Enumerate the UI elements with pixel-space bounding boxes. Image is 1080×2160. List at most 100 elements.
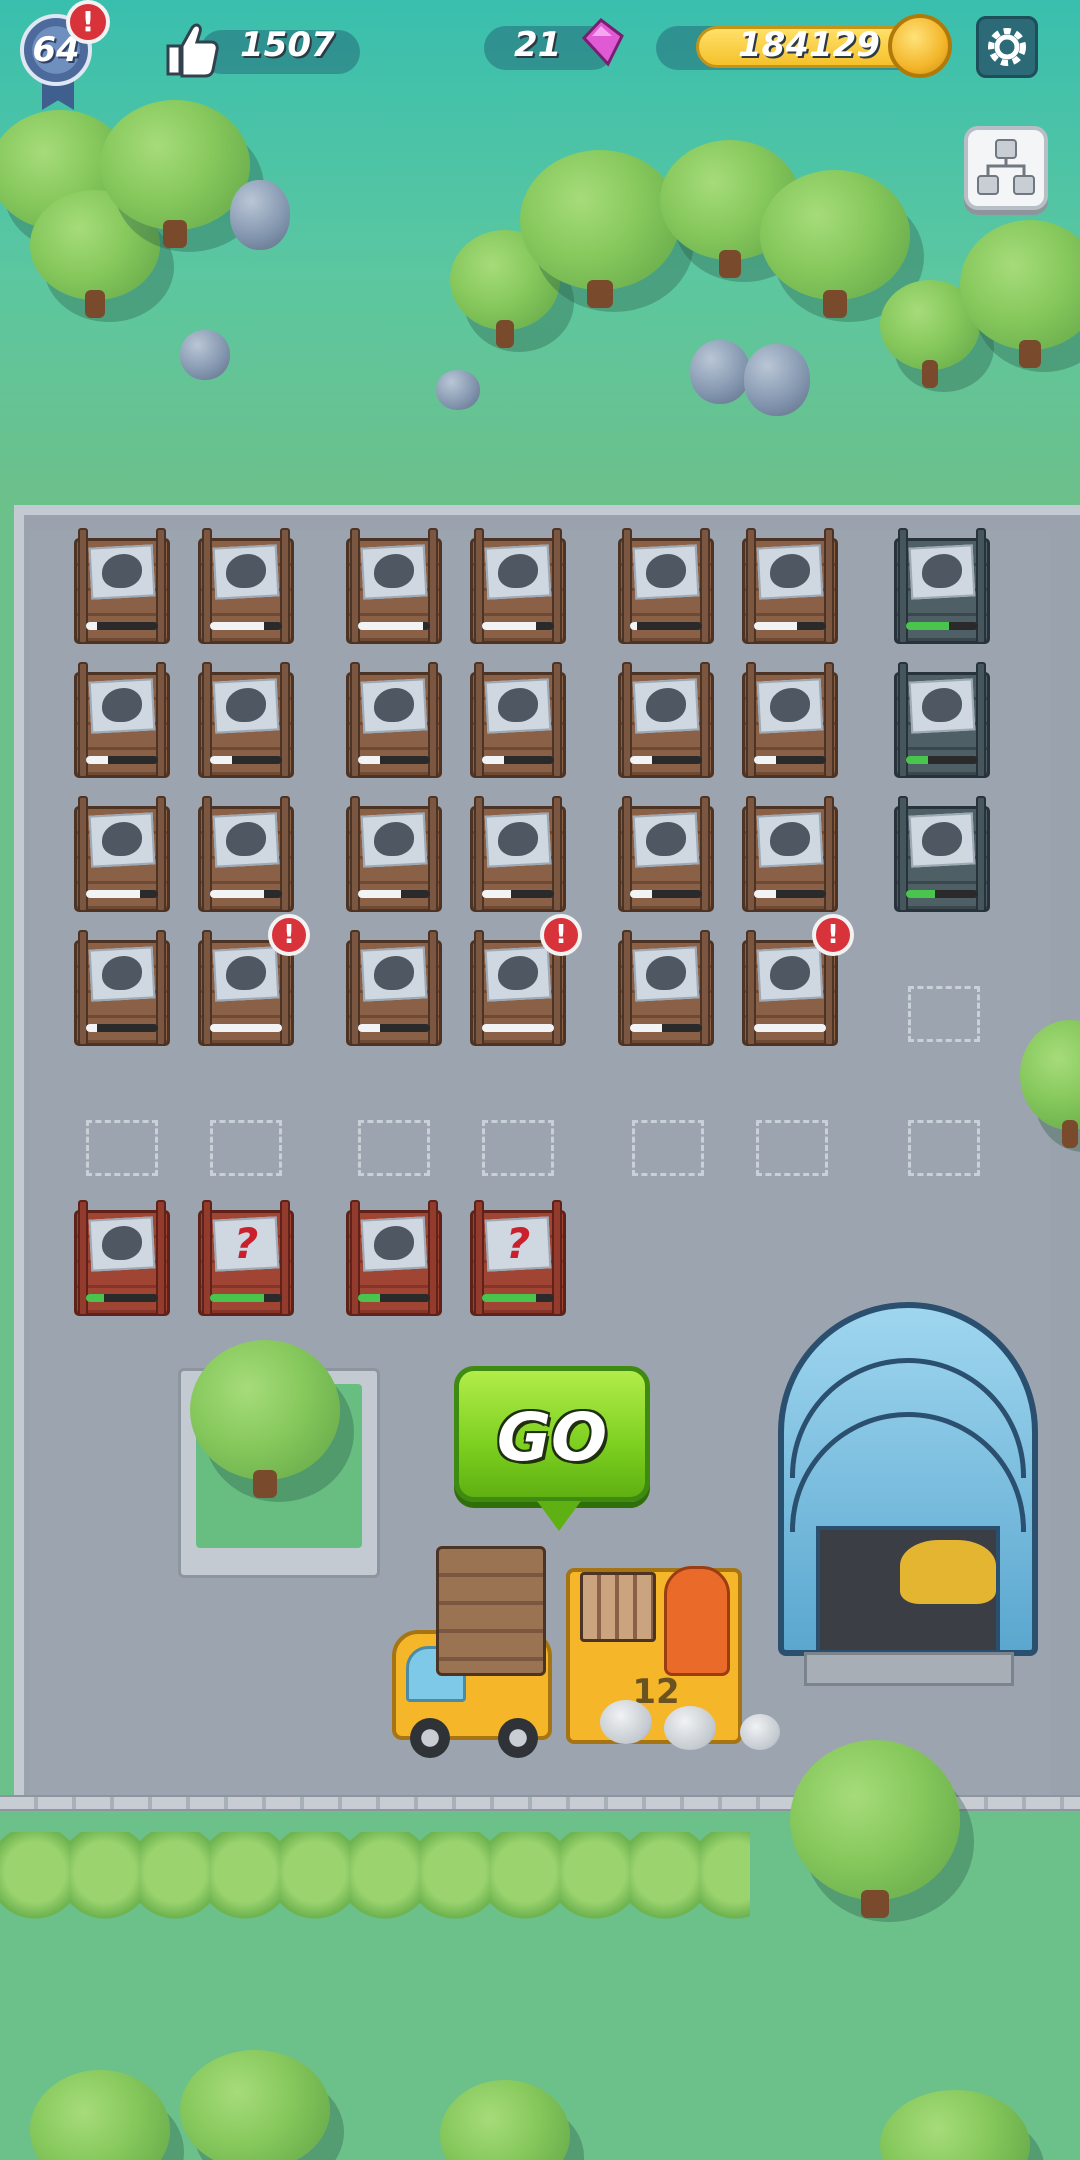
crate-progress-bar [754, 1024, 826, 1032]
fossil-crate[interactable] [618, 662, 714, 778]
crate-progress-bar [482, 890, 554, 898]
exhaust-smoke [740, 1714, 780, 1750]
unknown-fossil-mark: ? [233, 1219, 259, 1268]
fossil-crate[interactable] [346, 528, 442, 644]
skill-tree-button[interactable] [964, 126, 1048, 210]
fossil-crate[interactable] [742, 528, 838, 644]
fossil-crate[interactable] [74, 662, 170, 778]
crate-progress-fill [630, 622, 638, 630]
empty-crate-slot[interactable] [210, 1120, 282, 1176]
crate-progress-fill [210, 1024, 282, 1032]
fossil-silhouette-icon [922, 554, 962, 588]
cargo-tank [664, 1566, 730, 1676]
empty-crate-slot[interactable] [632, 1120, 704, 1176]
crate-progress-fill [358, 622, 423, 630]
fossil-crate[interactable] [894, 662, 990, 778]
fossil-crate[interactable] [74, 528, 170, 644]
pink-gem-icon[interactable] [574, 16, 628, 70]
fossil-silhouette-icon [374, 688, 414, 722]
crate-progress-bar [210, 622, 282, 630]
fossil-silhouette-icon [922, 688, 962, 722]
empty-crate-slot[interactable] [908, 1120, 980, 1176]
fossil-crate[interactable] [74, 930, 170, 1046]
empty-crate-slot[interactable] [908, 986, 980, 1042]
fossil-crate[interactable] [742, 662, 838, 778]
fossil-crate[interactable] [74, 796, 170, 912]
crate-alert-badge: ! [540, 914, 582, 956]
fossil-crate[interactable] [198, 662, 294, 778]
fossil-crate[interactable] [198, 528, 294, 644]
empty-crate-slot[interactable] [482, 1120, 554, 1176]
truck-wheel [410, 1718, 450, 1758]
fossil-crate[interactable] [346, 662, 442, 778]
crate-progress-bar [754, 756, 826, 764]
cargo-crate [436, 1546, 546, 1676]
fossil-crate[interactable] [346, 930, 442, 1046]
fossil-crate[interactable]: ? [470, 1200, 566, 1316]
crate-progress-fill [86, 622, 97, 630]
grass-strip [0, 505, 14, 795]
exhaust-smoke [600, 1700, 652, 1744]
fossil-crate[interactable] [470, 796, 566, 912]
fossil-crate[interactable] [742, 796, 838, 912]
crate-progress-bar [754, 890, 826, 898]
fossil-crate[interactable] [894, 528, 990, 644]
crate-progress-fill [210, 622, 264, 630]
fossil-crate[interactable]: ? [198, 1200, 294, 1316]
fossil-crate[interactable]: ! [470, 914, 582, 1046]
fossil-crate[interactable] [618, 930, 714, 1046]
crate-progress-fill [482, 622, 536, 630]
crate-progress-bar [630, 756, 702, 764]
fossil-silhouette-icon [374, 956, 414, 990]
planter-tree [190, 1340, 340, 1498]
crate-progress-bar [906, 622, 978, 630]
crate-progress-fill [906, 622, 950, 630]
empty-crate-slot[interactable] [86, 1120, 158, 1176]
crate-progress-bar [482, 1294, 554, 1302]
fossil-crate[interactable] [618, 528, 714, 644]
fossil-silhouette-icon [226, 554, 266, 588]
fossil-crate[interactable] [470, 662, 566, 778]
crate-progress-fill [482, 756, 504, 764]
crate-alert-badge: ! [268, 914, 310, 956]
fossil-crate[interactable] [74, 1200, 170, 1316]
crate-progress-fill [86, 756, 108, 764]
crate-progress-bar [630, 622, 702, 630]
fossil-silhouette-icon [498, 956, 538, 990]
fossil-silhouette-icon [374, 1226, 414, 1260]
fossil-crate[interactable]: ! [198, 914, 310, 1046]
empty-crate-slot[interactable] [358, 1120, 430, 1176]
rock [744, 344, 810, 416]
crate-progress-bar [754, 622, 826, 630]
exhaust-smoke [664, 1706, 716, 1750]
crate-progress-bar [210, 1024, 282, 1032]
fossil-crate[interactable] [470, 528, 566, 644]
fossil-silhouette-icon [922, 822, 962, 856]
crate-progress-bar [210, 890, 282, 898]
fossil-crate[interactable] [618, 796, 714, 912]
fossil-silhouette-icon [226, 956, 266, 990]
crate-progress-fill [754, 890, 776, 898]
fossil-silhouette-icon [226, 688, 266, 722]
fossil-crate[interactable] [198, 796, 294, 912]
tree [790, 1740, 960, 1918]
crate-progress-fill [630, 1024, 663, 1032]
settings-button[interactable] [976, 16, 1038, 78]
hedge [0, 1832, 750, 1952]
crate-progress-bar [482, 1024, 554, 1032]
fossil-crate[interactable] [894, 796, 990, 912]
fossil-silhouette-icon [102, 1226, 142, 1260]
crate-progress-fill [754, 622, 798, 630]
fossil-silhouette-icon [102, 554, 142, 588]
go-button[interactable]: GO [454, 1366, 650, 1531]
fossil-silhouette-icon [770, 554, 810, 588]
fossil-crate[interactable] [346, 1200, 442, 1316]
gold-coin-icon[interactable] [888, 14, 952, 78]
crate-progress-fill [630, 890, 652, 898]
empty-crate-slot[interactable] [756, 1120, 828, 1176]
crate-progress-bar [630, 1024, 702, 1032]
skill-tree-icon [977, 139, 1035, 195]
fossil-crate[interactable] [346, 796, 442, 912]
crate-progress-fill [358, 1024, 380, 1032]
fossil-crate[interactable]: ! [742, 914, 854, 1046]
